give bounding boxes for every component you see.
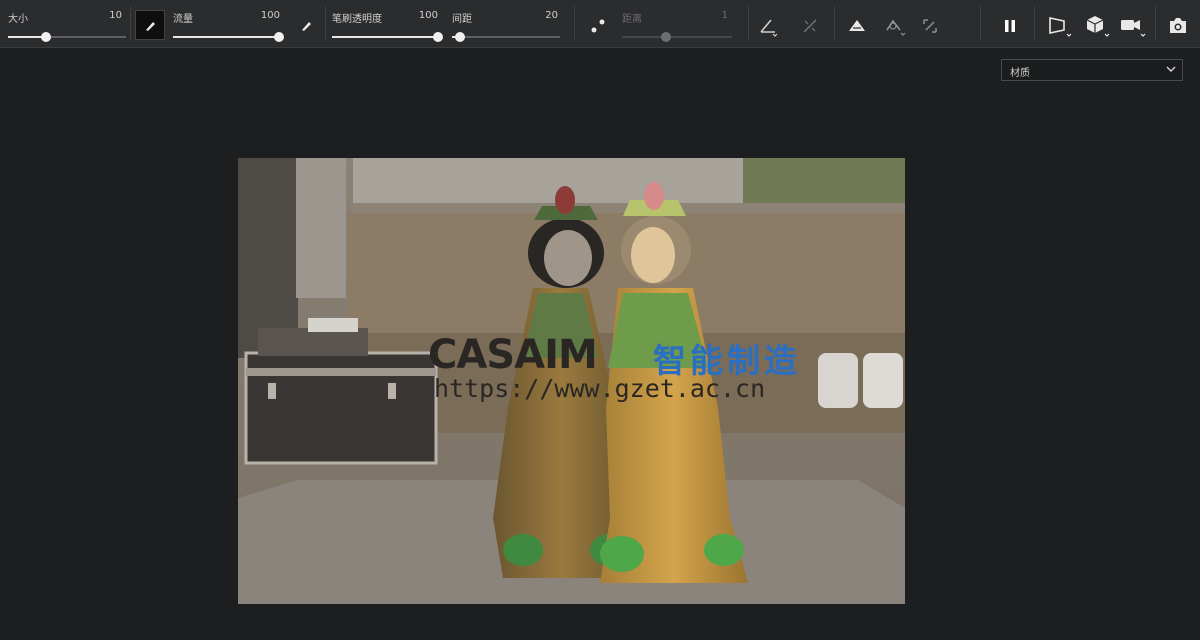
smudge-icon[interactable] (296, 14, 318, 36)
flow-slider[interactable] (173, 32, 284, 42)
mesh-icon[interactable] (845, 14, 869, 38)
size-slider[interactable] (8, 32, 126, 42)
size-label: 大小 (8, 14, 28, 25)
watermark-brand: CASAIM (428, 332, 598, 378)
pressure-label: 笔刷透明度 (332, 14, 382, 25)
size-value[interactable]: 10 (82, 10, 122, 21)
spacing-label: 间距 (452, 14, 472, 25)
watermark-url: https://www.gzet.ac.cn (434, 374, 766, 403)
chevron-down-icon (1166, 65, 1176, 76)
pressure-slider[interactable] (332, 32, 443, 42)
line-icon[interactable] (798, 14, 822, 38)
pause-icon[interactable] (998, 14, 1022, 38)
distance-slider (622, 32, 732, 42)
distance-value: 1 (721, 10, 728, 21)
spacing-slider-thumb[interactable] (454, 32, 465, 42)
spacing-value[interactable]: 20 (518, 10, 558, 21)
pressure-slider-fill (332, 36, 438, 38)
camera-video-icon[interactable] (1118, 13, 1148, 39)
flow-slider-thumb[interactable] (274, 32, 284, 42)
material-select-value: 材质 (1010, 68, 1030, 79)
points-icon[interactable] (586, 14, 610, 38)
perspective-icon[interactable] (1046, 13, 1074, 39)
flow-label: 流量 (173, 14, 193, 25)
top-toolbar: 大小 10 流量 100 笔刷透明度 100 间距 20 距离 1 (0, 0, 1200, 48)
screenshot-icon[interactable] (1165, 13, 1191, 39)
distance-label: 距离 (622, 14, 642, 25)
crop-icon[interactable] (918, 14, 942, 38)
cube-icon[interactable] (1084, 13, 1112, 39)
lasso-icon[interactable] (882, 14, 908, 38)
distance-slider-thumb (661, 32, 671, 42)
flow-value[interactable]: 100 (240, 10, 280, 21)
size-slider-thumb[interactable] (40, 32, 51, 42)
spacing-slider[interactable] (452, 32, 560, 42)
angle-icon[interactable] (756, 14, 780, 38)
watermark: CASAIM 智能制造 https://www.gzet.ac.cn (428, 332, 828, 403)
material-select[interactable]: 材质 (1001, 59, 1183, 81)
flow-slider-fill (173, 36, 279, 38)
pressure-value[interactable]: 100 (398, 10, 438, 21)
brush-icon (146, 22, 155, 31)
pressure-slider-thumb[interactable] (433, 32, 443, 42)
brush-color-swatch[interactable] (135, 10, 165, 40)
